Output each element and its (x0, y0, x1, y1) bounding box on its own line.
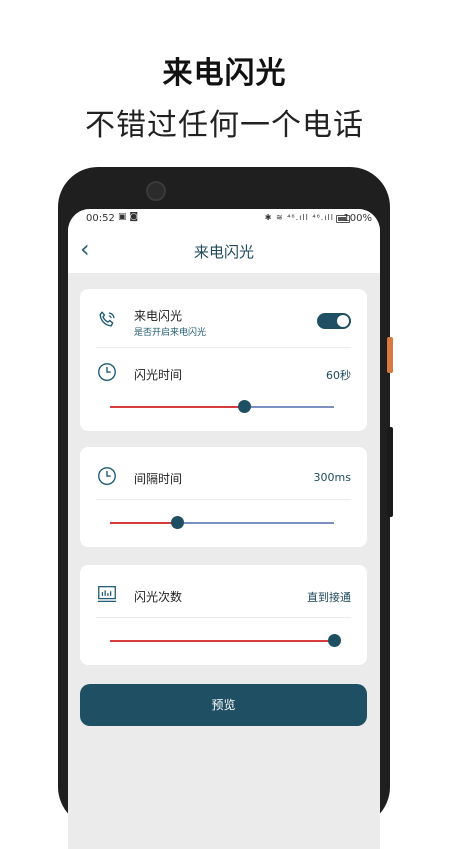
incoming-flash-sublabel: 是否开启来电闪光 (134, 328, 207, 338)
flash-count-slider[interactable] (110, 633, 341, 649)
status-bar: 00:52 ▣ ◙ ✱ ≋ ⁴⁶.ıll ⁴⁶.ıll 100% (68, 209, 380, 229)
app-screen: 00:52 ▣ ◙ ✱ ≋ ⁴⁶.ıll ⁴⁶.ıll 100% ‹ 来电闪光 … (68, 209, 380, 849)
divider (96, 499, 351, 500)
slider-track (244, 406, 334, 408)
flash-count-label: 闪光次数 (134, 590, 183, 604)
status-time: 00:52 (86, 213, 115, 224)
battery-percent: 100% (343, 213, 372, 224)
divider (96, 617, 351, 618)
incoming-flash-label: 来电闪光 (134, 309, 183, 323)
promo-title: 来电闪光 (162, 56, 287, 91)
signal-icons: ✱ ≋ ⁴⁶.ıll ⁴⁶.ıll (264, 213, 334, 222)
flash-time-value: 60秒 (326, 369, 351, 382)
slider-track (177, 522, 334, 524)
promo-subtitle: 不错过任何一个电话 (85, 108, 364, 143)
page-title: 来电闪光 (193, 243, 254, 261)
clock-icon (98, 467, 116, 485)
phone-side-button (387, 337, 393, 373)
preview-button[interactable]: 预览 (80, 684, 367, 726)
flash-time-slider[interactable] (110, 399, 334, 415)
app-bar: ‹ 来电闪光 (68, 229, 380, 273)
slider-thumb[interactable] (328, 634, 341, 647)
slider-fill (110, 640, 334, 642)
slider-thumb[interactable] (238, 400, 252, 413)
phone-volume-button (387, 427, 393, 517)
slider-thumb[interactable] (171, 516, 185, 529)
interval-card: 间隔时间 300ms (80, 447, 367, 547)
notification-icons: ▣ ◙ (118, 212, 139, 222)
clock-icon (98, 363, 116, 381)
slider-fill (110, 522, 178, 524)
flash-settings-card: 来电闪光 是否开启来电闪光 闪光时间 60秒 (80, 289, 367, 431)
phone-frame: 00:52 ▣ ◙ ✱ ≋ ⁴⁶.ıll ⁴⁶.ıll 100% ‹ 来电闪光 … (58, 167, 393, 849)
interval-slider[interactable] (110, 515, 334, 531)
chart-icon (97, 586, 117, 602)
flash-time-label: 闪光时间 (134, 368, 183, 382)
camera-icon (146, 181, 166, 201)
slider-fill (110, 406, 245, 408)
divider (96, 347, 351, 348)
toggle-knob (337, 315, 349, 327)
interval-value: 300ms (313, 471, 351, 484)
incoming-flash-toggle[interactable] (317, 313, 351, 329)
interval-label: 间隔时间 (134, 472, 183, 486)
flash-count-value: 直到接通 (307, 591, 351, 604)
phone-icon (99, 311, 115, 327)
flash-count-card: 闪光次数 直到接通 (80, 565, 367, 665)
